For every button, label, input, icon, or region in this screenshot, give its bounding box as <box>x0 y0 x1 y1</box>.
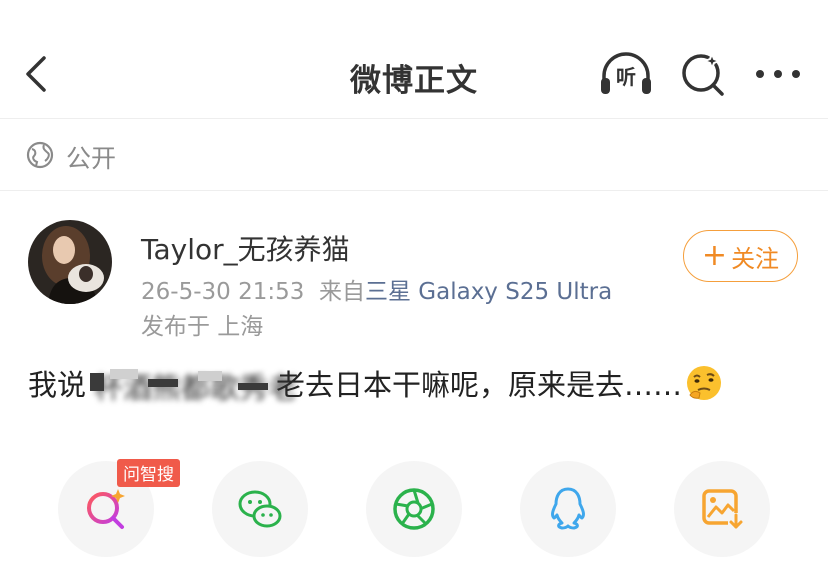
username[interactable]: Taylor_无孩养猫 <box>141 228 350 268</box>
search-button[interactable] <box>676 48 732 100</box>
avatar[interactable] <box>28 220 112 304</box>
visibility-label: 公开 <box>66 144 117 173</box>
share-wechat-button[interactable] <box>212 461 308 557</box>
more-button[interactable] <box>750 48 806 100</box>
redacted-text: 杯酒熊都歌秀老 <box>88 363 297 405</box>
wechat-icon <box>238 490 282 528</box>
post-location: 发布于 上海 <box>141 314 264 340</box>
source-prefix: 来自 <box>318 279 365 305</box>
more-dots-icon <box>756 70 800 78</box>
top-bar: 微博正文 听 <box>0 0 828 119</box>
visibility-row: 公开 <box>0 119 828 191</box>
share-moments-button[interactable] <box>366 461 462 557</box>
plus-icon: + <box>701 238 728 273</box>
listen-label: 听 <box>616 65 636 89</box>
ai-search-badge: 问智搜 <box>117 459 180 487</box>
search-sparkle-icon <box>682 51 724 96</box>
listen-button[interactable]: 听 <box>598 48 654 100</box>
post-text: 我说 杯酒熊都歌秀老 老去日本干嘛呢，原来是去…… <box>28 362 724 405</box>
ai-search-icon <box>87 489 125 529</box>
share-save-image-button[interactable] <box>674 461 770 557</box>
thinking-face-emoji <box>687 366 722 400</box>
avatar-image <box>28 220 112 304</box>
post-meta: 26-5-30 21:53 来自三星 Galaxy S25 Ultra <box>141 272 612 306</box>
post-text-end: 老去日本干嘛呢，原来是去…… <box>276 368 683 402</box>
share-qq-button[interactable] <box>520 461 616 557</box>
follow-button[interactable]: + 关注 <box>683 230 798 282</box>
globe-icon <box>26 141 54 169</box>
qq-penguin-icon <box>551 487 585 530</box>
post-text-start: 我说 <box>28 368 87 402</box>
device-link[interactable]: 三星 Galaxy S25 Ultra <box>365 279 612 305</box>
post-time: 26-5-30 21:53 <box>141 279 305 305</box>
follow-label: 关注 <box>731 244 780 273</box>
save-image-icon <box>702 489 744 531</box>
moments-aperture-icon <box>393 488 435 530</box>
